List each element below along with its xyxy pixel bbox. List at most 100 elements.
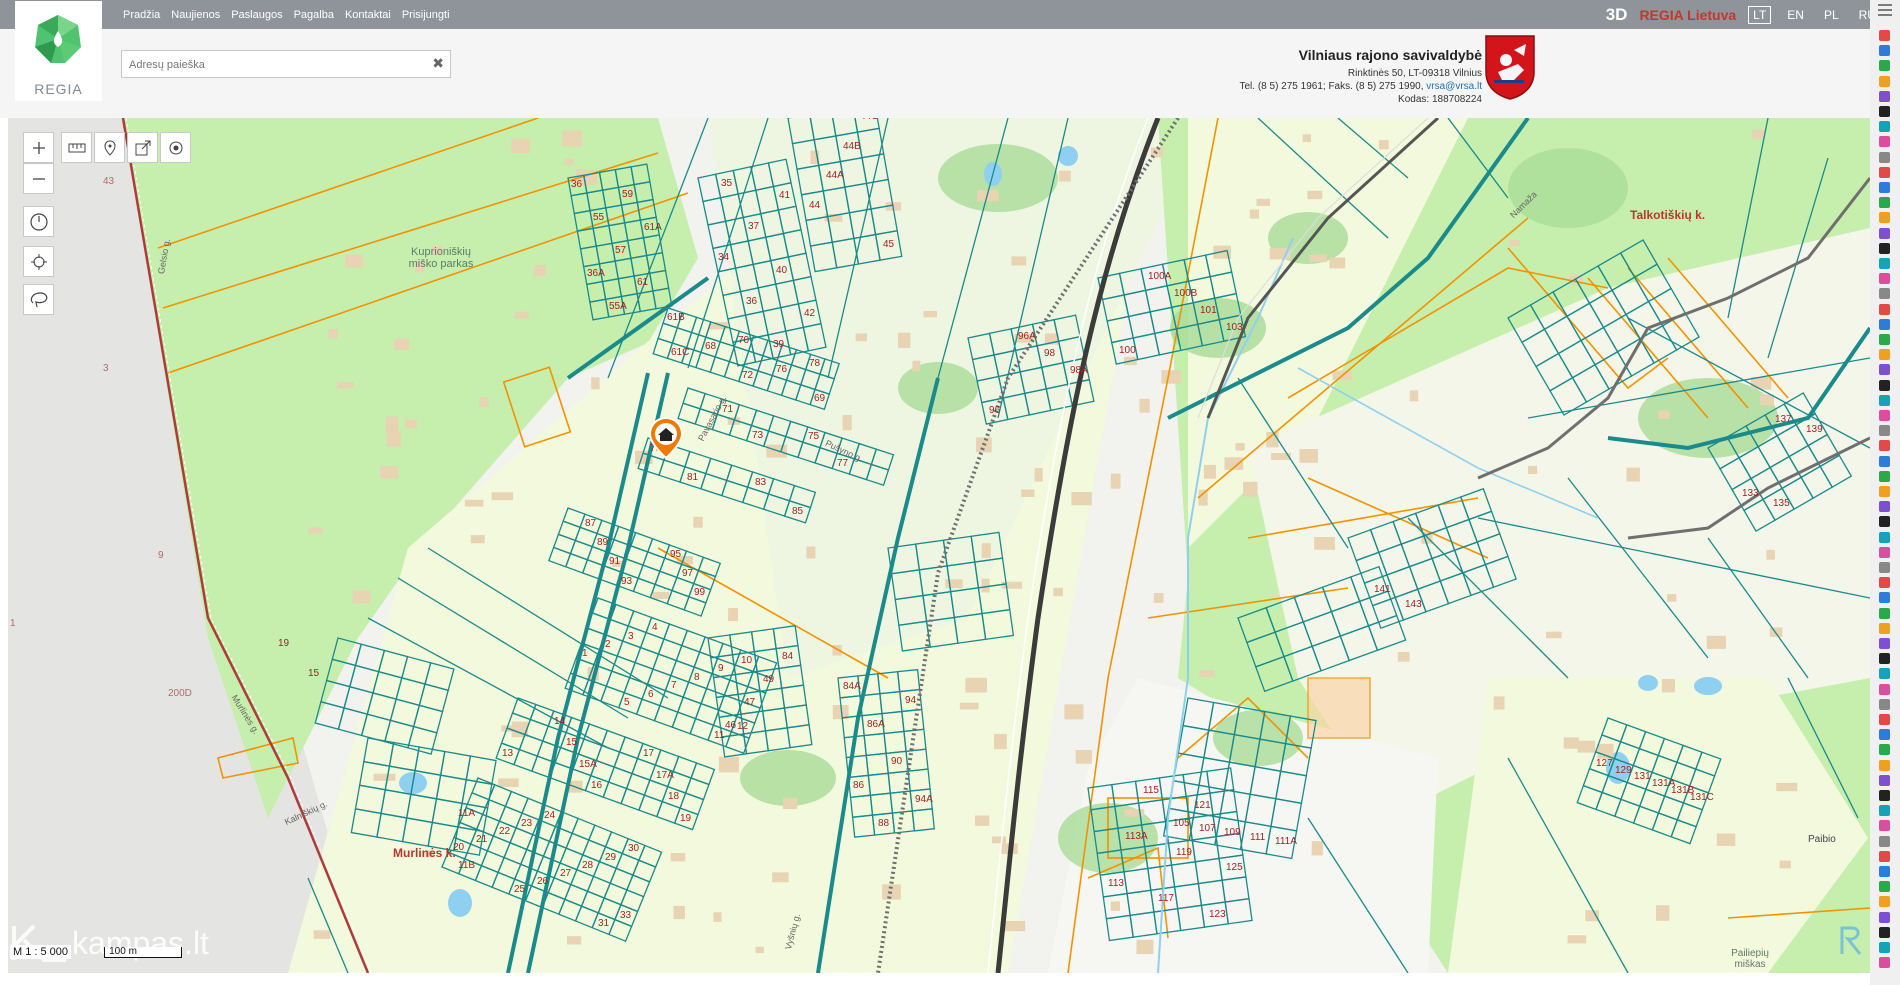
layer-toggle-icon[interactable] (1879, 440, 1890, 451)
parcel-number: 125 (1226, 862, 1243, 873)
layer-toggle-icon[interactable] (1879, 942, 1890, 953)
layer-toggle-icon[interactable] (1879, 699, 1890, 710)
layer-toggle-icon[interactable] (1879, 349, 1890, 360)
nav-home[interactable]: Pradžia (123, 9, 160, 21)
address-search-input[interactable] (127, 52, 421, 78)
lang-lt[interactable]: LT (1748, 5, 1772, 24)
lang-en[interactable]: EN (1783, 7, 1808, 23)
zoom-in-button[interactable] (23, 132, 54, 163)
layer-toggle-icon[interactable] (1879, 760, 1890, 771)
layer-toggle-icon[interactable] (1879, 228, 1890, 239)
layer-toggle-icon[interactable] (1879, 152, 1890, 163)
layer-toggle-icon[interactable] (1879, 258, 1890, 269)
layer-toggle-icon[interactable] (1879, 197, 1890, 208)
layer-toggle-icon[interactable] (1879, 30, 1890, 41)
place-pin-button[interactable] (94, 132, 125, 163)
layer-toggle-icon[interactable] (1879, 334, 1890, 345)
nav-services[interactable]: Paslaugos (231, 9, 282, 21)
layer-toggle-icon[interactable] (1879, 471, 1890, 482)
layer-toggle-icon[interactable] (1879, 653, 1890, 664)
regia-lietuva-link[interactable]: REGIA Lietuva (1639, 7, 1736, 23)
layer-toggle-icon[interactable] (1879, 668, 1890, 679)
layer-toggle-icon[interactable] (1879, 121, 1890, 132)
history-button[interactable] (23, 206, 54, 237)
layer-toggle-icon[interactable] (1879, 532, 1890, 543)
layer-toggle-icon[interactable] (1879, 76, 1890, 87)
map-scale: M 1 : 5 000 100 m (10, 945, 183, 959)
layer-toggle-icon[interactable] (1879, 592, 1890, 603)
building (806, 546, 816, 559)
layer-toggle-icon[interactable] (1879, 288, 1890, 299)
layer-toggle-icon[interactable] (1879, 729, 1890, 740)
layer-toggle-icon[interactable] (1879, 501, 1890, 512)
nav-help[interactable]: Pagalba (294, 9, 334, 21)
building (755, 946, 764, 953)
layer-toggle-icon[interactable] (1879, 577, 1890, 588)
zoom-out-button[interactable] (23, 163, 54, 194)
layer-toggle-icon[interactable] (1879, 60, 1890, 71)
layer-toggle-icon[interactable] (1879, 273, 1890, 284)
layer-toggle-icon[interactable] (1879, 775, 1890, 786)
lang-pl[interactable]: PL (1820, 7, 1843, 23)
layer-toggle-icon[interactable] (1879, 820, 1890, 831)
layer-toggle-icon[interactable] (1879, 456, 1890, 467)
nav-login[interactable]: Prisijungti (402, 9, 450, 21)
lasso-select-button[interactable] (23, 284, 54, 315)
layer-toggle-icon[interactable] (1879, 927, 1890, 938)
share-button[interactable] (127, 132, 158, 163)
nav-contacts[interactable]: Kontaktai (345, 9, 391, 21)
layer-toggle-icon[interactable] (1879, 380, 1890, 391)
layer-toggle-icon[interactable] (1879, 547, 1890, 558)
layer-toggle-icon[interactable] (1879, 912, 1890, 923)
regia-logo[interactable]: REGIA (15, 1, 102, 101)
layer-toggle-icon[interactable] (1879, 638, 1890, 649)
layer-toggle-icon[interactable] (1879, 91, 1890, 102)
property-marker-icon[interactable] (648, 416, 684, 460)
layer-toggle-icon[interactable] (1879, 182, 1890, 193)
layer-toggle-icon[interactable] (1879, 425, 1890, 436)
layer-toggle-icon[interactable] (1879, 410, 1890, 421)
layer-toggle-icon[interactable] (1879, 851, 1890, 862)
top-nav-bar: Pradžia Naujienos Paslaugos Pagalba Kont… (0, 0, 1900, 29)
layer-toggle-icon[interactable] (1879, 744, 1890, 755)
measure-button[interactable] (61, 132, 92, 163)
nav-news[interactable]: Naujienos (171, 9, 220, 21)
building (1161, 370, 1181, 384)
layer-toggle-icon[interactable] (1879, 866, 1890, 877)
layer-toggle-icon[interactable] (1879, 395, 1890, 406)
layer-toggle-icon[interactable] (1879, 212, 1890, 223)
my-location-button[interactable] (23, 246, 54, 277)
municipality-email-link[interactable]: vrsa@vrsa.lt (1426, 81, 1482, 92)
3d-button[interactable]: 3D (1606, 5, 1628, 25)
menu-icon[interactable] (1877, 3, 1893, 17)
layer-toggle-icon[interactable] (1879, 364, 1890, 375)
parcel-number: 19 (680, 813, 692, 824)
layer-toggle-icon[interactable] (1879, 896, 1890, 907)
layer-toggle-icon[interactable] (1879, 805, 1890, 816)
layer-toggle-icon[interactable] (1879, 136, 1890, 147)
layer-toggle-icon[interactable] (1879, 790, 1890, 801)
layer-toggle-icon[interactable] (1879, 45, 1890, 56)
layer-toggle-icon[interactable] (1879, 562, 1890, 573)
layer-toggle-icon[interactable] (1879, 836, 1890, 847)
layer-toggle-icon[interactable] (1879, 304, 1890, 315)
clear-search-icon[interactable]: ✖ (432, 55, 444, 72)
layer-toggle-icon[interactable] (1879, 623, 1890, 634)
layer-toggle-icon[interactable] (1879, 881, 1890, 892)
address-search: ✖ (121, 50, 451, 78)
layer-toggle-icon[interactable] (1879, 516, 1890, 527)
layer-toggle-icon[interactable] (1879, 243, 1890, 254)
layer-toggle-icon[interactable] (1879, 684, 1890, 695)
layer-toggle-icon[interactable] (1879, 167, 1890, 178)
parcel-number: 30 (628, 843, 640, 854)
layer-toggle-icon[interactable] (1879, 106, 1890, 117)
building (1011, 256, 1027, 266)
building (313, 930, 331, 939)
layer-toggle-icon[interactable] (1879, 714, 1890, 725)
layer-toggle-icon[interactable] (1879, 319, 1890, 330)
layer-toggle-icon[interactable] (1879, 486, 1890, 497)
map-canvas[interactable]: 36 36A 55 55A 57 59 61 61A 61B 61C 68 70 72 76 78 69 71 7… (8, 118, 1870, 973)
locate-target-button[interactable] (160, 132, 191, 163)
layer-toggle-icon[interactable] (1879, 957, 1890, 968)
layer-toggle-icon[interactable] (1879, 608, 1890, 619)
